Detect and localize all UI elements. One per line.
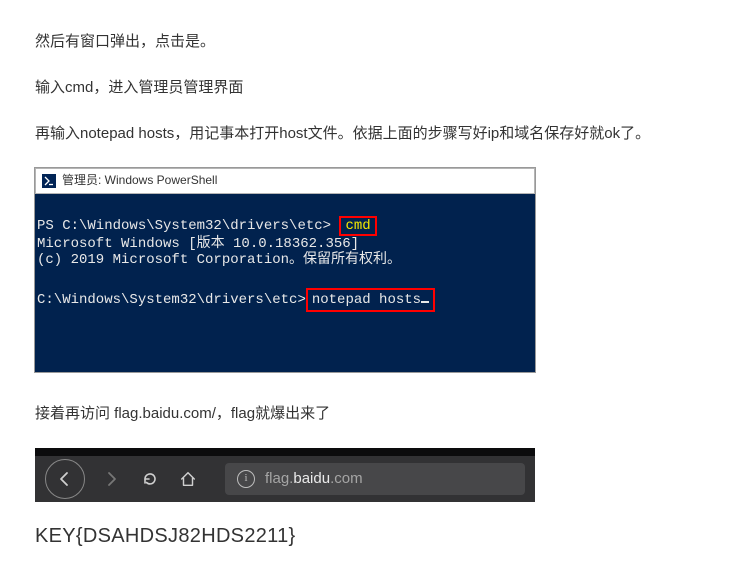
ps-prompt-1: PS C:\Windows\System32\drivers\etc> xyxy=(37,218,331,234)
ps-cmd-1: cmd xyxy=(345,218,370,234)
url-suffix: .com xyxy=(330,470,363,487)
powershell-titlebar[interactable]: 管理员: Windows PowerShell xyxy=(35,168,535,194)
paragraph-3: 再输入notepad hosts，用记事本打开host文件。依据上面的步骤写好i… xyxy=(35,122,716,146)
powershell-title: 管理员: Windows PowerShell xyxy=(62,171,217,190)
powershell-icon xyxy=(42,174,56,188)
reload-button[interactable] xyxy=(141,470,159,488)
highlight-cmd: cmd xyxy=(339,216,376,236)
browser-tabstrip xyxy=(35,448,535,456)
site-info-icon[interactable]: i xyxy=(237,470,255,488)
ps-line-2: Microsoft Windows [版本 10.0.18362.356] xyxy=(37,236,359,252)
highlight-notepad: notepad hosts xyxy=(306,288,435,312)
forward-button[interactable] xyxy=(103,470,121,488)
powershell-window: 管理员: Windows PowerShell PS C:\Windows\Sy… xyxy=(35,168,535,372)
url-bar[interactable]: i flag.baidu.com xyxy=(225,463,525,495)
ps-line-3: (c) 2019 Microsoft Corporation。保留所有权利。 xyxy=(37,252,401,268)
back-button[interactable] xyxy=(45,459,85,499)
paragraph-1: 然后有窗口弹出，点击是。 xyxy=(35,30,716,54)
home-button[interactable] xyxy=(179,470,197,488)
powershell-body[interactable]: PS C:\Windows\System32\drivers\etc> cmd … xyxy=(35,194,535,372)
url-text: flag.baidu.com xyxy=(265,467,363,491)
cursor xyxy=(421,301,429,303)
flag-output: KEY{DSAHDSJ82HDS2211} xyxy=(35,520,716,552)
browser-window: i flag.baidu.com xyxy=(35,448,535,502)
paragraph-4: 接着再访问 flag.baidu.com/，flag就爆出来了 xyxy=(35,402,716,426)
url-domain: baidu xyxy=(293,470,330,487)
url-prefix: flag. xyxy=(265,470,293,487)
ps-prompt-2: C:\Windows\System32\drivers\etc> xyxy=(37,292,306,308)
ps-cmd-2: notepad hosts xyxy=(312,292,421,308)
paragraph-2: 输入cmd，进入管理员管理界面 xyxy=(35,76,716,100)
browser-toolbar: i flag.baidu.com xyxy=(35,456,535,502)
